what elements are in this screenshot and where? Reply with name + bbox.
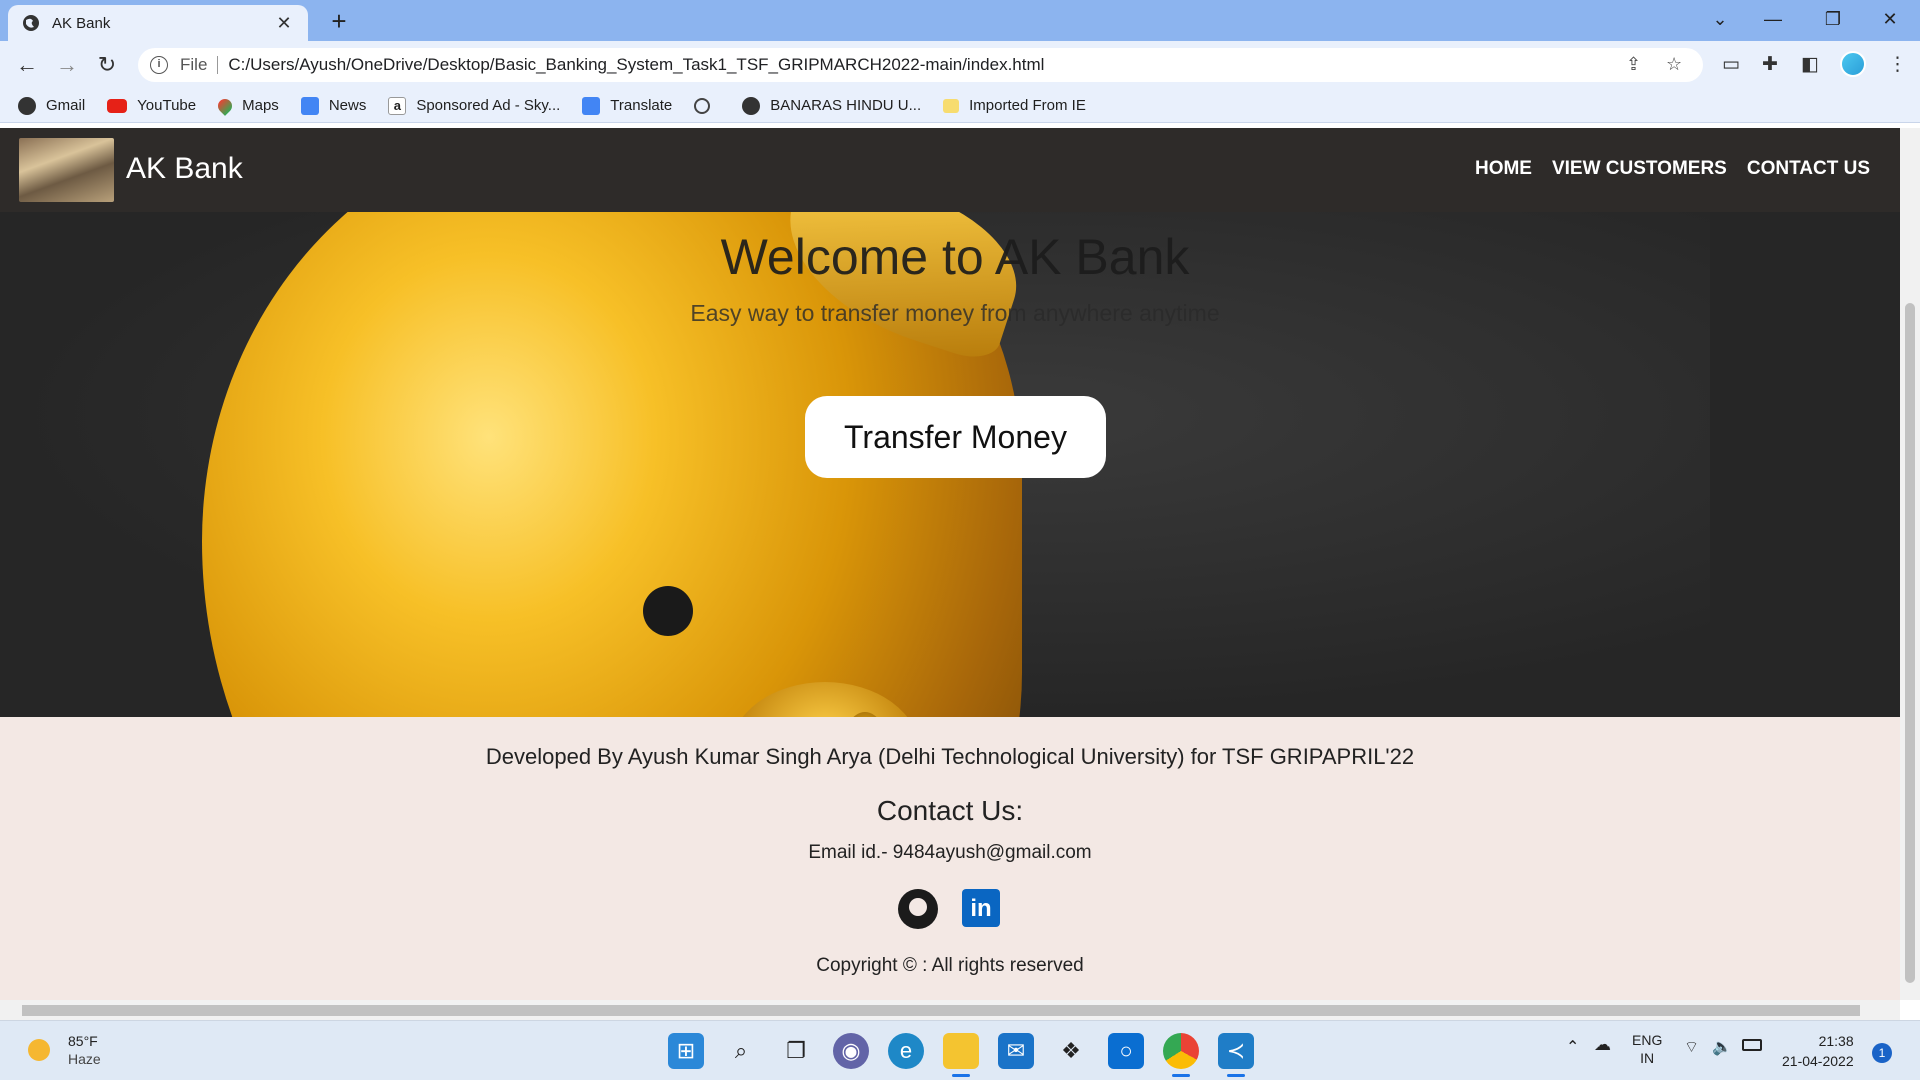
- linkedin-icon[interactable]: in: [962, 889, 1000, 927]
- github-icon[interactable]: [898, 889, 938, 929]
- notification-badge[interactable]: 1: [1872, 1043, 1892, 1063]
- nav-view-customers-link[interactable]: VIEW CUSTOMERS: [1552, 158, 1727, 180]
- hero-section: Welcome to AK Bank Easy way to transfer …: [0, 212, 1900, 717]
- bookmark-gmail[interactable]: Gmail: [18, 96, 85, 115]
- wifi-icon[interactable]: ⌔: [1684, 1037, 1699, 1057]
- browser-tab-bar: AK Bank ✕ + ⌄ — ❐ ✕: [0, 0, 1920, 41]
- windows-taskbar: 85°F Haze ⊞ ⌕ ❐ ◉ e ✉ ❖ ○ ≺ ⌃ ☁ ENG IN ⌔…: [0, 1020, 1920, 1080]
- vscode-icon[interactable]: ≺: [1218, 1033, 1254, 1077]
- bookmark-history[interactable]: [694, 97, 720, 114]
- url-scheme: File: [180, 55, 208, 74]
- close-window-icon[interactable]: ✕: [1870, 4, 1910, 34]
- new-tab-button[interactable]: +: [324, 6, 354, 36]
- menu-icon[interactable]: ⋮: [1888, 53, 1907, 76]
- globe-icon: [23, 15, 39, 31]
- nav-home-link[interactable]: HOME: [1475, 158, 1532, 180]
- windows-start-icon[interactable]: ⊞: [668, 1033, 704, 1069]
- news-icon: [300, 96, 319, 115]
- bookmark-news[interactable]: News: [300, 96, 366, 115]
- reload-icon[interactable]: ↻: [92, 50, 122, 80]
- file-explorer-icon[interactable]: [943, 1033, 979, 1077]
- vertical-scrollbar[interactable]: [1900, 128, 1920, 1000]
- forward-icon[interactable]: →: [52, 50, 82, 80]
- amazon-icon: a: [388, 96, 407, 115]
- piggy-eye: [643, 586, 693, 636]
- hero-side-shade: [1710, 212, 1900, 717]
- mail-icon[interactable]: ✉: [998, 1033, 1034, 1069]
- history-icon: [694, 97, 711, 114]
- nav-links: HOME VIEW CUSTOMERS CONTACT US: [1475, 158, 1870, 180]
- profile-avatar[interactable]: [1840, 51, 1866, 77]
- taskbar-apps: ⊞ ⌕ ❐ ◉ e ✉ ❖ ○ ≺: [668, 1033, 1254, 1077]
- bookmark-maps[interactable]: Maps: [215, 95, 279, 116]
- close-tab-icon[interactable]: ✕: [274, 13, 294, 34]
- contact-heading: Contact Us:: [876, 795, 1024, 826]
- onedrive-icon[interactable]: ☁: [1594, 1035, 1611, 1055]
- edge-icon[interactable]: e: [888, 1033, 924, 1069]
- bookmark-folder-ie[interactable]: Imported From IE: [943, 97, 1086, 114]
- address-bar[interactable]: i File C:/Users/Ayush/OneDrive/Desktop/B…: [138, 48, 1703, 82]
- site-navbar: AK Bank HOME VIEW CUSTOMERS CONTACT US: [0, 128, 1900, 212]
- bookmark-translate[interactable]: Translate: [582, 96, 672, 115]
- folder-icon: [943, 98, 960, 113]
- browser-toolbar: ← → ↻ i File C:/Users/Ayush/OneDrive/Des…: [0, 41, 1920, 89]
- bookmark-youtube[interactable]: YouTube: [107, 97, 196, 114]
- brand-name[interactable]: AK Bank: [126, 152, 243, 186]
- side-panel-icon[interactable]: ◧: [1801, 53, 1819, 76]
- tab-search-icon[interactable]: ⌄: [1700, 4, 1740, 34]
- extensions-icon[interactable]: ✚: [1762, 53, 1778, 76]
- share-icon[interactable]: ⇪: [1626, 54, 1641, 75]
- youtube-icon: [107, 98, 128, 113]
- address-separator: [217, 56, 219, 74]
- system-clock[interactable]: 21:38 21-04-2022: [1782, 1031, 1854, 1071]
- restore-icon[interactable]: ❐: [1813, 4, 1853, 34]
- language-indicator[interactable]: ENG IN: [1632, 1031, 1662, 1067]
- chrome-icon[interactable]: [1163, 1033, 1199, 1077]
- bookmarks-bar: Gmail YouTube Maps News a Sponsored Ad -…: [0, 89, 1920, 123]
- reading-list-icon[interactable]: ▭: [1722, 53, 1740, 76]
- battery-icon[interactable]: [1742, 1039, 1762, 1051]
- developer-credit: Developed By Ayush Kumar Singh Arya (Del…: [485, 744, 1415, 769]
- url-text[interactable]: C:/Users/Ayush/OneDrive/Desktop/Basic_Ba…: [228, 55, 1044, 75]
- teams-chat-icon[interactable]: ◉: [833, 1033, 869, 1069]
- volume-icon[interactable]: 🔈: [1712, 1037, 1732, 1057]
- contact-email: Email id.- 9484ayush@gmail.com: [808, 842, 1092, 863]
- horizontal-scroll-thumb[interactable]: [22, 1005, 1860, 1016]
- hero-subtitle: Easy way to transfer money from anywhere…: [690, 300, 1220, 326]
- minimize-icon[interactable]: —: [1753, 4, 1793, 34]
- browser-tab[interactable]: AK Bank ✕: [8, 5, 308, 41]
- social-links: in: [898, 889, 1000, 929]
- back-icon[interactable]: ←: [12, 50, 42, 80]
- nav-contact-us-link[interactable]: CONTACT US: [1747, 158, 1870, 180]
- bookmark-bhu[interactable]: BANARAS HINDU U...: [742, 96, 921, 115]
- brand-logo-image[interactable]: [19, 138, 114, 202]
- bookmark-sponsored[interactable]: a Sponsored Ad - Sky...: [388, 96, 560, 115]
- weather-haze-icon: [28, 1039, 50, 1061]
- web-page: AK Bank HOME VIEW CUSTOMERS CONTACT US W…: [0, 128, 1900, 1000]
- translate-icon: [582, 96, 601, 115]
- dropbox-icon[interactable]: ❖: [1053, 1033, 1089, 1069]
- site-footer: Developed By Ayush Kumar Singh Arya (Del…: [0, 717, 1900, 1000]
- globe-icon: [18, 96, 36, 115]
- task-view-icon[interactable]: ❐: [778, 1033, 814, 1069]
- hero-title: Welcome to AK Bank: [720, 229, 1190, 285]
- star-icon[interactable]: ☆: [1666, 54, 1682, 75]
- weather-widget[interactable]: 85°F Haze: [28, 1033, 101, 1067]
- horizontal-scrollbar[interactable]: [0, 1000, 1900, 1020]
- vertical-scroll-thumb[interactable]: [1905, 303, 1915, 983]
- transfer-money-button[interactable]: Transfer Money: [805, 396, 1106, 478]
- site-info-icon[interactable]: i: [150, 56, 168, 74]
- cortana-icon[interactable]: ○: [1108, 1033, 1144, 1069]
- copyright-text: Copyright © : All rights reserved: [816, 955, 1084, 976]
- maps-icon: [215, 95, 236, 116]
- show-hidden-icons[interactable]: ⌃: [1566, 1037, 1579, 1057]
- search-icon[interactable]: ⌕: [723, 1033, 759, 1069]
- weather-description: Haze: [68, 1051, 101, 1067]
- weather-temperature: 85°F: [68, 1033, 98, 1049]
- tab-title: AK Bank: [52, 14, 111, 32]
- globe-icon: [742, 96, 761, 115]
